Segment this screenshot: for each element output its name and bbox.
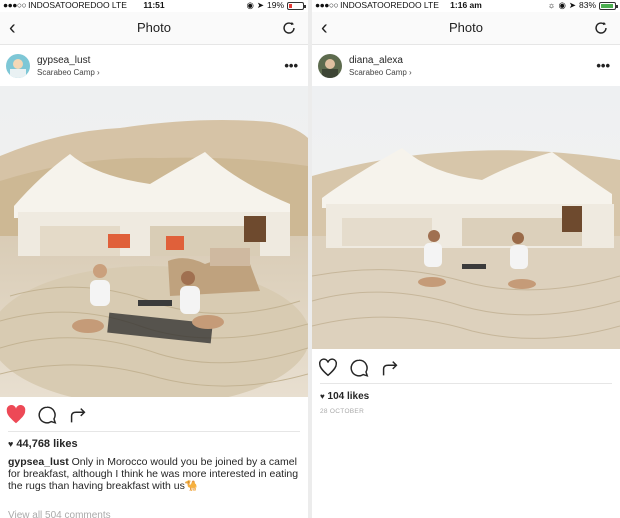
post-header: gypsea_lust Scarabeo Camp › ••• — [0, 48, 308, 86]
nav-bar: ‹ Photo — [312, 12, 620, 45]
battery-icon — [287, 1, 306, 10]
view-all-comments-link[interactable]: View all 504 comments — [8, 510, 111, 518]
battery-icon — [599, 1, 618, 10]
location-arrow-icon: ➤ — [568, 0, 576, 10]
more-options-icon[interactable]: ••• — [596, 58, 610, 73]
location-arrow-icon: ➤ — [256, 0, 264, 10]
status-bar: ●●●○○ INDOSATOOREDOO LTE 11:51 ◉ ➤ 19% — [0, 0, 308, 11]
more-options-icon[interactable]: ••• — [284, 58, 298, 73]
share-icon[interactable] — [379, 357, 401, 379]
heart-small-icon: ♥ — [320, 392, 325, 401]
heart-outline-icon[interactable] — [317, 357, 339, 379]
likes-count[interactable]: 104 likes — [328, 391, 370, 402]
post-photo[interactable] — [0, 86, 308, 397]
avatar[interactable] — [6, 54, 30, 78]
chevron-right-icon: › — [409, 68, 412, 77]
post-location[interactable]: Scarabeo Camp — [37, 68, 95, 77]
refresh-icon[interactable] — [592, 19, 610, 37]
post-header: diana_alexa Scarabeo Camp › ••• — [312, 48, 620, 86]
divider — [320, 383, 612, 384]
post-photo[interactable] — [312, 86, 620, 349]
heart-filled-icon[interactable] — [5, 404, 27, 426]
caption-username[interactable]: gypsea_lust — [8, 456, 69, 468]
nav-bar: ‹ Photo — [0, 12, 308, 45]
post-date: 28 OCTOBER — [320, 408, 365, 415]
right-screen: ●●●○○ INDOSATOOREDOO LTE 1:16 am ☼ ◉ ➤ 83… — [312, 0, 620, 518]
post-username[interactable]: diana_alexa — [349, 55, 403, 66]
post-actions — [312, 357, 620, 381]
heart-small-icon: ♥ — [8, 439, 14, 449]
refresh-icon[interactable] — [280, 19, 298, 37]
page-title: Photo — [137, 20, 171, 35]
lock-rotation-icon: ◉ — [246, 0, 254, 10]
likes-count[interactable]: 44,768 likes — [16, 438, 77, 450]
chevron-right-icon: › — [97, 68, 100, 77]
share-icon[interactable] — [67, 404, 89, 426]
lock-rotation-icon: ◉ — [558, 0, 566, 10]
divider — [8, 431, 300, 432]
page-title: Photo — [449, 20, 483, 35]
comment-icon[interactable] — [348, 357, 370, 379]
post-caption: gypsea_lust Only in Morocco would you be… — [8, 456, 300, 492]
battery-percent: 19% — [266, 0, 284, 10]
avatar[interactable] — [318, 54, 342, 78]
post-location[interactable]: Scarabeo Camp — [349, 68, 407, 77]
left-screen: ●●●○○ INDOSATOOREDOO LTE 11:51 ◉ ➤ 19% ‹ … — [0, 0, 308, 518]
post-actions — [0, 404, 308, 428]
alarm-icon: ☼ — [547, 0, 556, 10]
status-bar: ●●●○○ INDOSATOOREDOO LTE 1:16 am ☼ ◉ ➤ 83… — [312, 0, 620, 11]
comment-icon[interactable] — [36, 404, 58, 426]
battery-percent: 83% — [578, 0, 596, 10]
post-username[interactable]: gypsea_lust — [37, 55, 90, 66]
